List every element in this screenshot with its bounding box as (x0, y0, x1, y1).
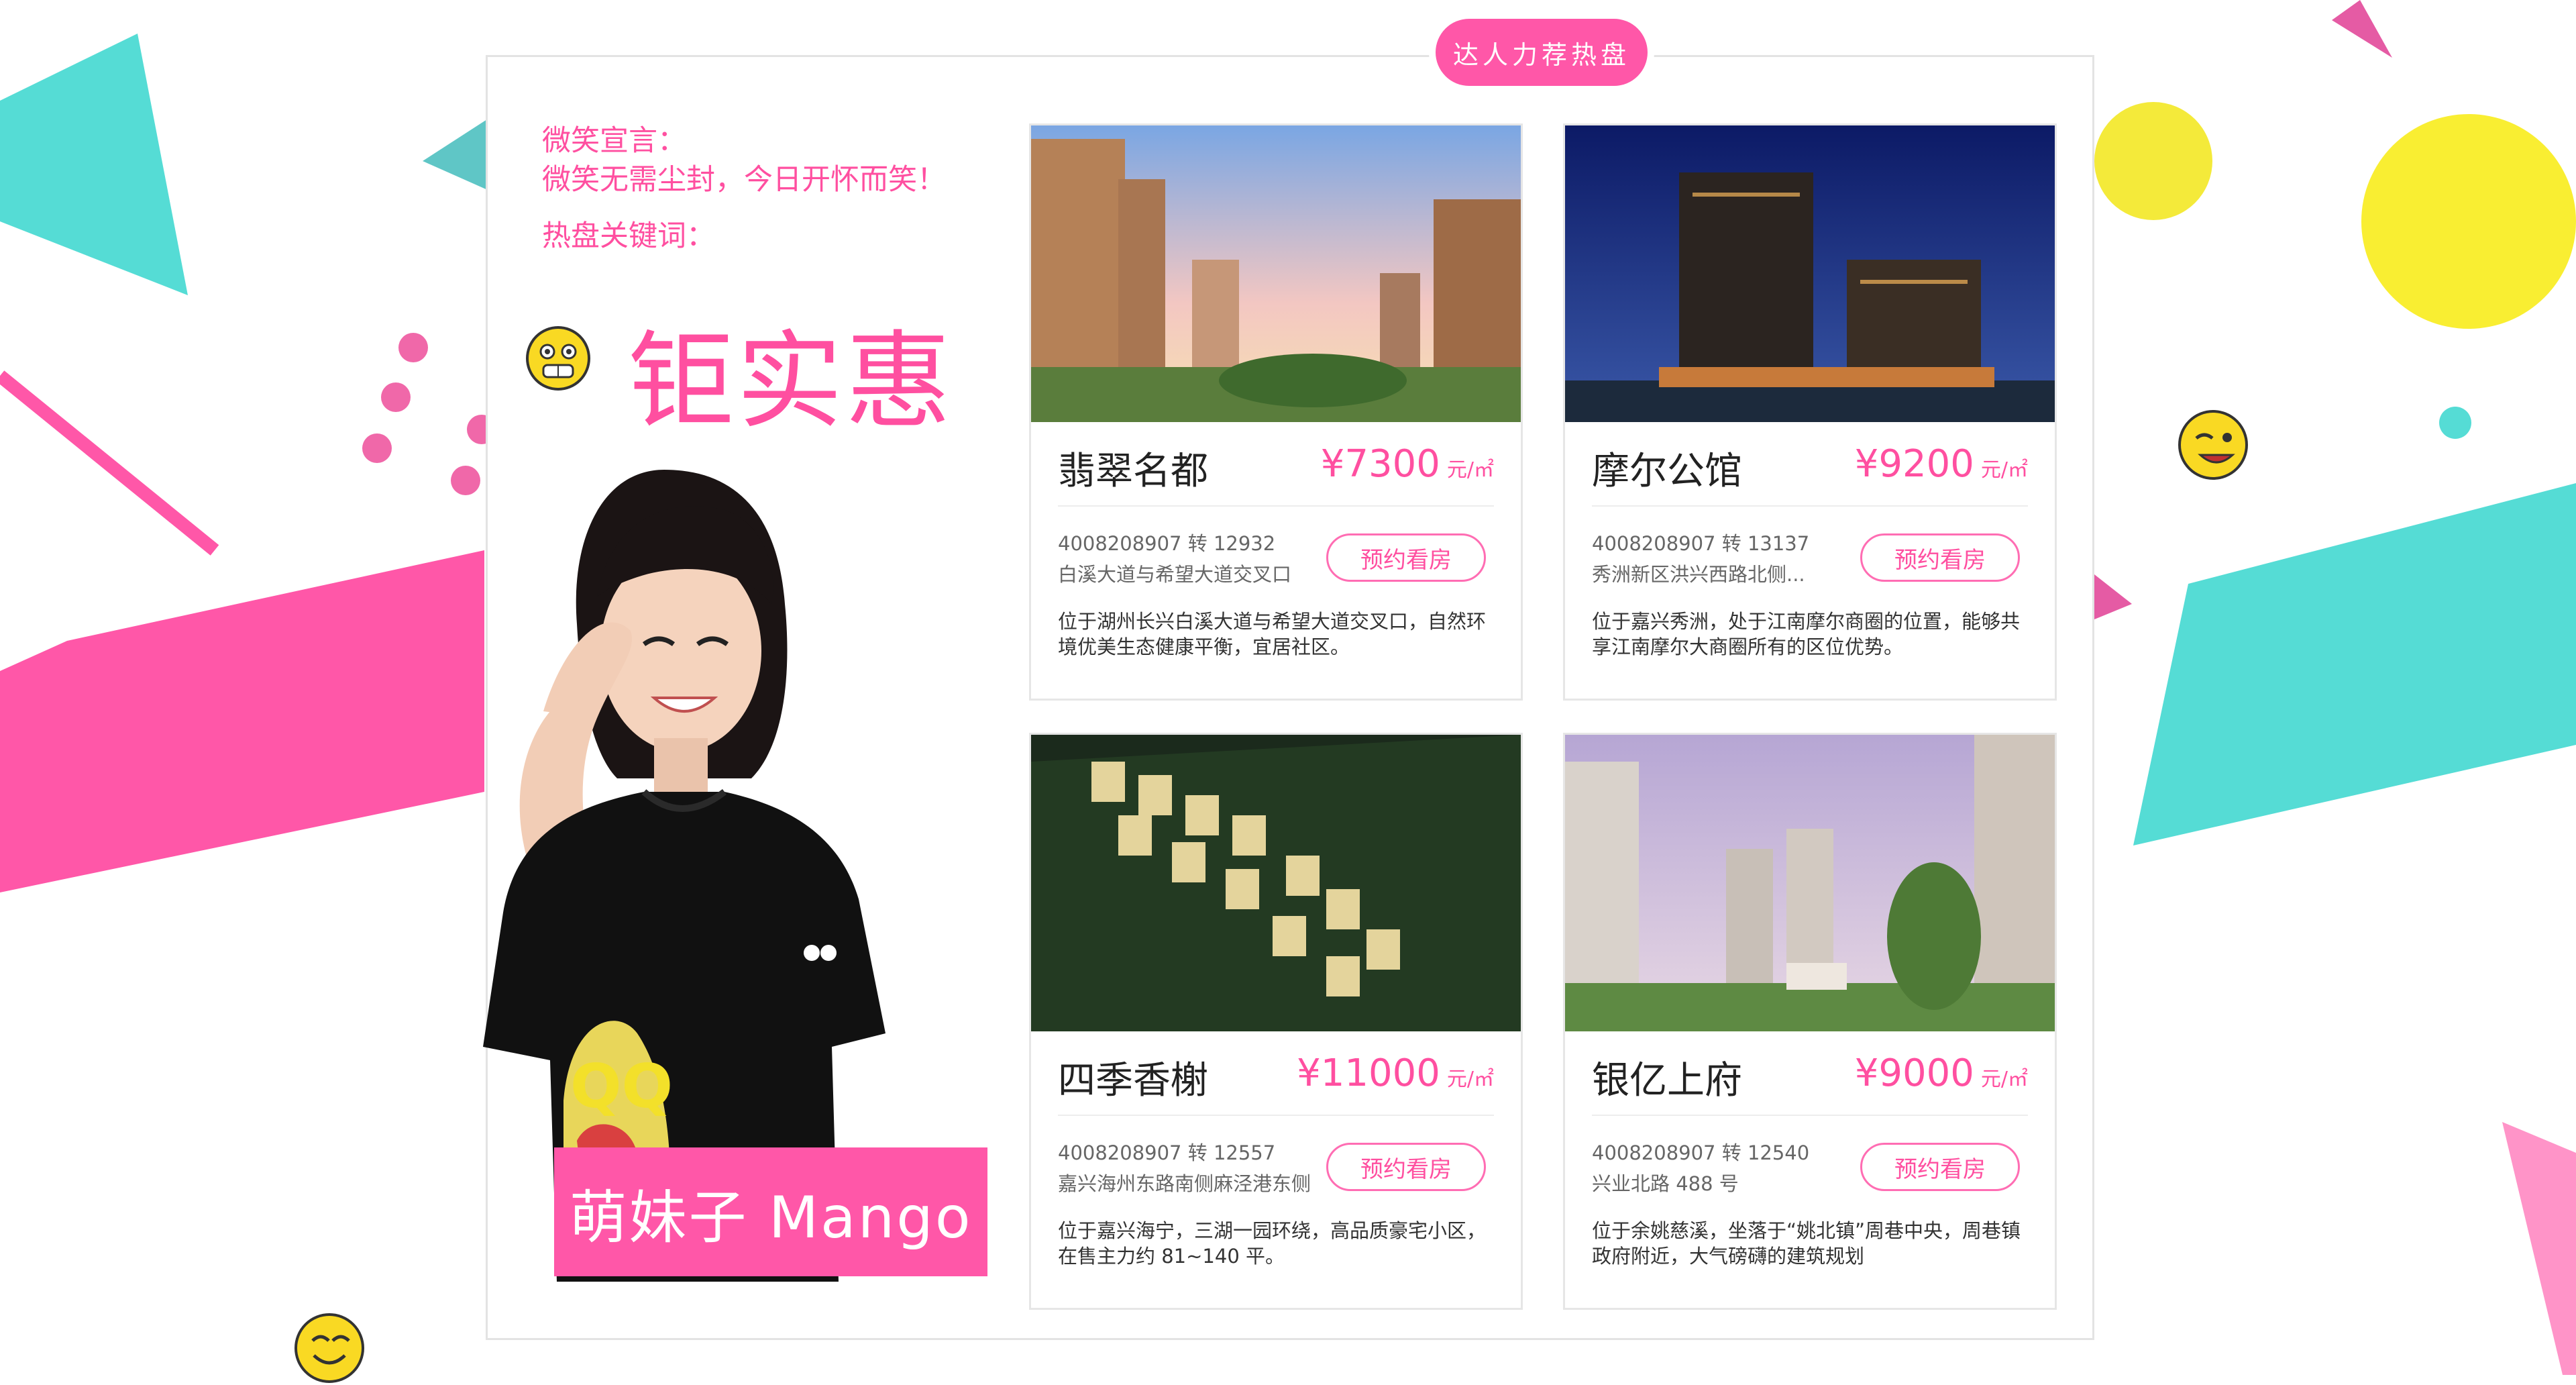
hot-property-badge: 达人力荐热盘 (1436, 19, 1648, 86)
book-viewing-button[interactable]: 预约看房 (1860, 1143, 2020, 1191)
teal-dot-decoration (2439, 407, 2471, 439)
property-photo (1031, 735, 1521, 1031)
keyword-highlight: 钜实惠 (628, 320, 954, 444)
yellow-circle-small-decoration (2094, 102, 2212, 220)
property-name: 翡翠名都 (1058, 450, 1208, 493)
book-viewing-button[interactable]: 预约看房 (1326, 533, 1486, 582)
property-card[interactable]: 翡翠名都 ¥7300 元/㎡ 4008208907 转 12932 白溪大道与希望… (1029, 123, 1523, 701)
property-description: 位于湖州长兴白溪大道与希望大道交叉口，自然环境优美生态健康平衡，宜居社区。 (1058, 610, 1487, 658)
book-viewing-button[interactable]: 预约看房 (1326, 1143, 1486, 1191)
property-photo (1565, 125, 2055, 422)
book-viewing-button[interactable]: 预约看房 (1860, 533, 2020, 582)
property-description: 位于嘉兴秀洲，处于江南摩尔商圈的位置，能够共享江南摩尔大商圈所有的区位优势。 (1592, 610, 2021, 658)
property-card[interactable]: 银亿上府 ¥9000 元/㎡ 4008208907 转 12540 兴业北路 48… (1563, 733, 2057, 1310)
property-price: ¥9000 元/㎡ (1854, 1051, 2028, 1095)
yellow-circle-big-decoration (2361, 114, 2576, 329)
property-address: 秀洲新区洪兴西路北侧... (1592, 563, 1805, 586)
pink-stripe-decoration (0, 370, 219, 556)
property-card[interactable]: 摩尔公馆 ¥9200 元/㎡ 4008208907 转 13137 秀洲新区洪兴西… (1563, 123, 2057, 701)
presenter-name-plate: 萌妹子 Mango (554, 1147, 987, 1276)
wink-emoji-icon (2178, 410, 2248, 480)
svg-text:QQ: QQ (570, 1051, 673, 1122)
property-card[interactable]: 四季香榭 ¥11000 元/㎡ 4008208907 转 12557 嘉兴海州东路… (1029, 733, 1523, 1310)
property-address: 兴业北路 488 号 (1592, 1172, 1739, 1195)
grin-emoji-icon (526, 326, 590, 391)
manifesto-label: 微笑宣言： (542, 124, 686, 158)
divider (1592, 505, 2028, 507)
divider (1592, 1115, 2028, 1116)
property-phone: 4008208907 转 13137 (1592, 532, 1810, 555)
property-description: 位于嘉兴海宁，三湖一园环绕，高品质豪宅小区，在售主力约 81~140 平。 (1058, 1219, 1487, 1268)
property-phone: 4008208907 转 12557 (1058, 1141, 1276, 1164)
teal-parallelogram-decoration (2133, 483, 2576, 845)
property-name: 摩尔公馆 (1592, 450, 1742, 493)
pink-triangle-bottom-right-decoration (2502, 1122, 2576, 1375)
property-price: ¥11000 元/㎡ (1297, 1051, 1494, 1095)
teal-triangle-decoration (0, 34, 188, 295)
property-phone: 4008208907 转 12932 (1058, 532, 1276, 555)
smile-emoji-icon (294, 1313, 364, 1383)
property-description: 位于余姚慈溪，坐落于“姚北镇”周巷中央，周巷镇政府附近，大气磅礴的建筑规划 (1592, 1219, 2021, 1268)
property-address: 嘉兴海州东路南侧麻泾港东侧 (1058, 1172, 1311, 1195)
property-name: 四季香榭 (1058, 1059, 1208, 1102)
pink-triangle-top-right-decoration (2332, 0, 2392, 58)
property-name: 银亿上府 (1592, 1059, 1742, 1102)
divider (1058, 505, 1494, 507)
property-address: 白溪大道与希望大道交叉口 (1058, 563, 1292, 586)
manifesto-text: 微笑无需尘封，今日开怀而笑！ (542, 163, 946, 197)
property-photo (1565, 735, 2055, 1031)
property-price: ¥7300 元/㎡ (1320, 442, 1494, 486)
property-phone: 4008208907 转 12540 (1592, 1141, 1810, 1164)
divider (1058, 1115, 1494, 1116)
keyword-label: 热盘关键词： (542, 219, 715, 253)
property-price: ¥9200 元/㎡ (1854, 442, 2028, 486)
property-photo (1031, 125, 1521, 422)
